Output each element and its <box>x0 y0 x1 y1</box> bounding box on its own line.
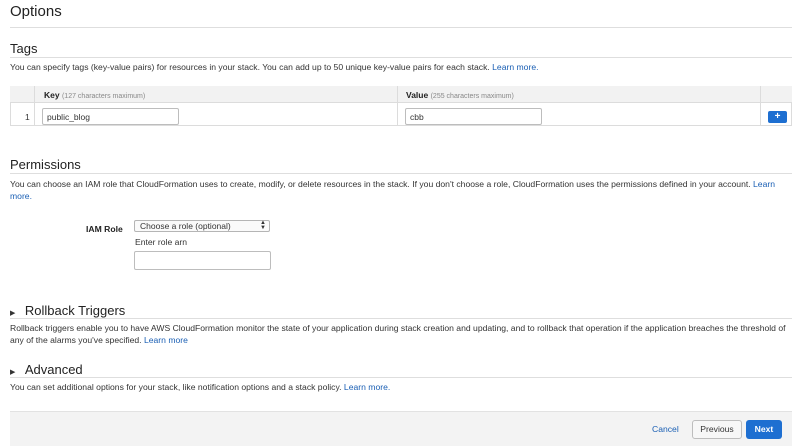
value-column-hint: (255 characters maximum) <box>430 93 514 100</box>
rollback-divider <box>10 318 792 319</box>
iam-role-label: IAM Role <box>86 224 123 234</box>
previous-button[interactable]: Previous <box>692 420 742 439</box>
advanced-description-text: You can set additional options for your … <box>10 382 342 392</box>
plus-icon: + <box>774 111 781 122</box>
tags-col-separator <box>760 86 761 126</box>
permissions-section-title: Permissions <box>10 157 81 172</box>
advanced-divider <box>10 377 792 378</box>
tag-value-input[interactable]: cbb <box>405 108 542 125</box>
caret-right-icon: ▶ <box>10 310 16 317</box>
tags-learn-more-link[interactable]: Learn more. <box>492 62 538 72</box>
tags-col-separator <box>34 86 35 126</box>
caret-right-icon: ▶ <box>10 369 16 376</box>
advanced-section-title: Advanced <box>24 362 83 377</box>
key-column-header: Key (127 characters maximum) <box>44 90 145 100</box>
select-arrows-icon: ▲ ▼ <box>260 220 266 231</box>
tag-key-input[interactable]: public_blog <box>42 108 179 125</box>
role-arn-input[interactable] <box>134 251 271 270</box>
rollback-section-title: Rollback Triggers <box>24 303 126 318</box>
permissions-description-text: You can choose an IAM role that CloudFor… <box>10 179 751 189</box>
permissions-learn-link[interactable]: Learn <box>753 179 775 189</box>
add-tag-button[interactable]: + <box>768 111 787 123</box>
tags-section-title: Tags <box>10 41 38 56</box>
value-column-header: Value (255 characters maximum) <box>406 90 514 100</box>
iam-role-select-value: Choose a role (optional) <box>140 221 231 231</box>
permissions-more-link[interactable]: more. <box>10 191 32 201</box>
iam-role-select[interactable]: Choose a role (optional) ▲ ▼ <box>134 220 270 232</box>
tags-col-separator <box>397 86 398 126</box>
rollback-learn-more-link[interactable]: Learn more <box>144 335 188 345</box>
tag-row-number: 1 <box>25 112 30 122</box>
tags-divider <box>10 57 792 58</box>
key-column-label: Key <box>44 90 60 100</box>
page-title: Options <box>10 3 62 20</box>
permissions-description: You can choose an IAM role that CloudFor… <box>10 178 792 202</box>
key-column-hint: (127 characters maximum) <box>61 93 146 100</box>
rollback-description-line1: Rollback triggers enable you to have AWS… <box>10 323 739 333</box>
rollback-description: Rollback triggers enable you to have AWS… <box>10 322 790 346</box>
title-divider <box>10 27 792 28</box>
permissions-divider <box>10 173 792 174</box>
advanced-description: You can set additional options for your … <box>10 381 790 393</box>
role-arn-label: Enter role arn <box>135 237 188 247</box>
advanced-learn-more-link[interactable]: Learn more. <box>344 382 390 392</box>
cancel-button[interactable]: Cancel <box>652 424 679 434</box>
next-button[interactable]: Next <box>746 420 782 439</box>
tags-description: You can specify tags (key-value pairs) f… <box>10 61 790 73</box>
value-column-label: Value <box>406 90 429 100</box>
tags-description-text: You can specify tags (key-value pairs) f… <box>10 62 490 72</box>
